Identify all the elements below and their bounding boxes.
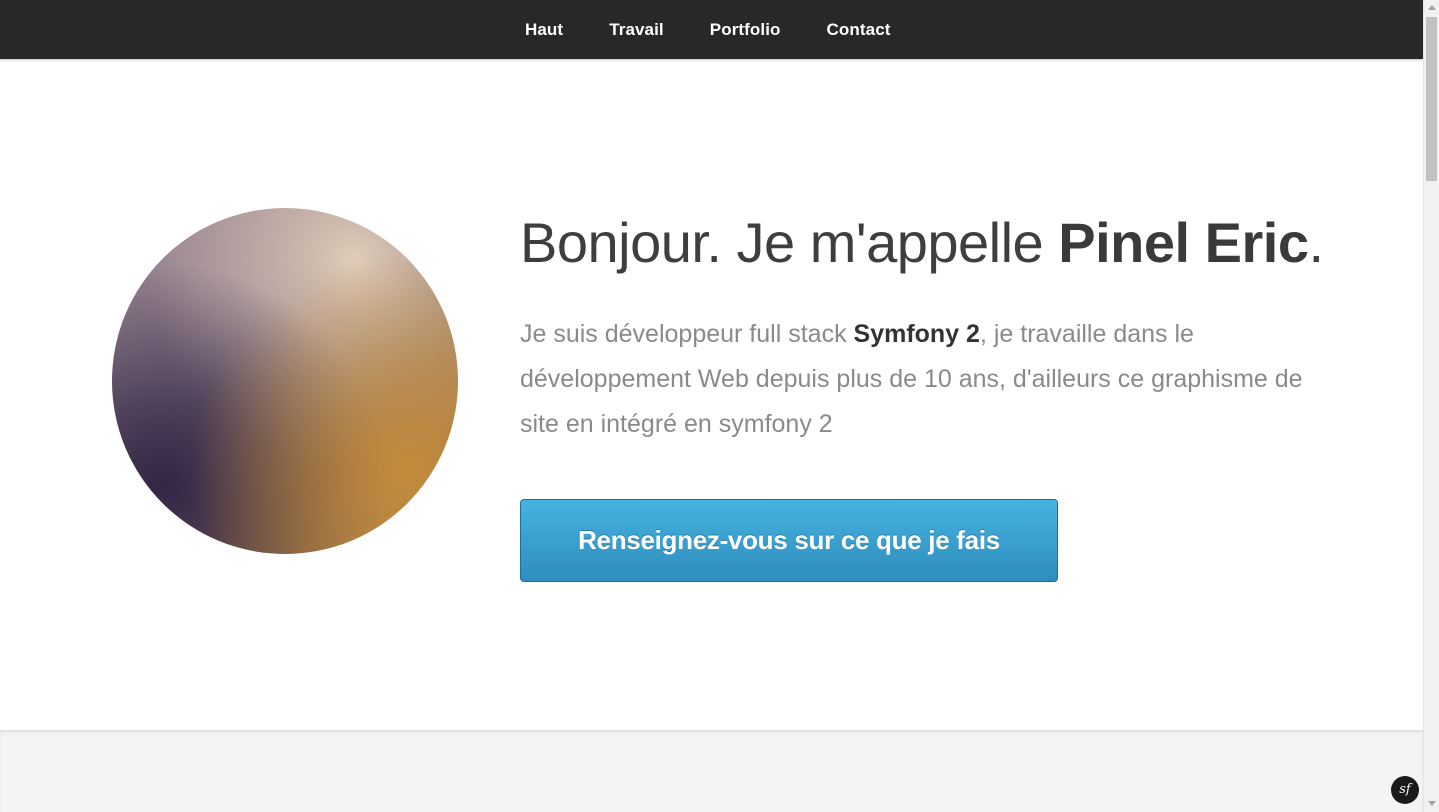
nav-list: Haut Travail Portfolio Contact <box>525 0 937 59</box>
scrollbar-thumb[interactable] <box>1426 17 1437 181</box>
main-viewport: Haut Travail Portfolio Contact Bonjour. … <box>0 0 1423 812</box>
nav-item-haut: Haut <box>525 20 563 40</box>
scroll-down-arrow-icon[interactable] <box>1428 801 1436 806</box>
work-section <box>0 730 1423 812</box>
hero-text-highlight: Symfony 2 <box>853 320 980 348</box>
hero-text-part1: Je suis développeur full stack <box>520 320 854 348</box>
scroll-up-arrow-icon[interactable] <box>1428 5 1436 10</box>
hero-title: Bonjour. Je m'appelle Pinel Eric. <box>520 210 1324 275</box>
nav-item-portfolio: Portfolio <box>710 20 781 40</box>
nav-link-portfolio[interactable]: Portfolio <box>710 20 781 39</box>
nav-item-travail: Travail <box>609 20 664 40</box>
nav-item-contact: Contact <box>827 20 891 40</box>
nav-link-contact[interactable]: Contact <box>827 20 891 39</box>
top-nav: Haut Travail Portfolio Contact <box>0 0 1423 59</box>
hero-title-name: Pinel Eric <box>1058 211 1309 274</box>
symfony-logo-icon[interactable]: sf <box>1391 776 1419 804</box>
nav-link-travail[interactable]: Travail <box>609 20 664 39</box>
hero-intro-text: Je suis développeur full stack Symfony 2… <box>520 312 1320 447</box>
vertical-scrollbar[interactable] <box>1423 0 1439 812</box>
hero-title-suffix: . <box>1308 211 1325 274</box>
hero-title-prefix: Bonjour. Je m'appelle <box>520 211 1059 274</box>
learn-more-button[interactable]: Renseignez-vous sur ce que je fais <box>520 499 1058 582</box>
page: Haut Travail Portfolio Contact Bonjour. … <box>0 0 1439 812</box>
profile-photo <box>112 208 458 554</box>
nav-link-haut[interactable]: Haut <box>525 20 563 39</box>
